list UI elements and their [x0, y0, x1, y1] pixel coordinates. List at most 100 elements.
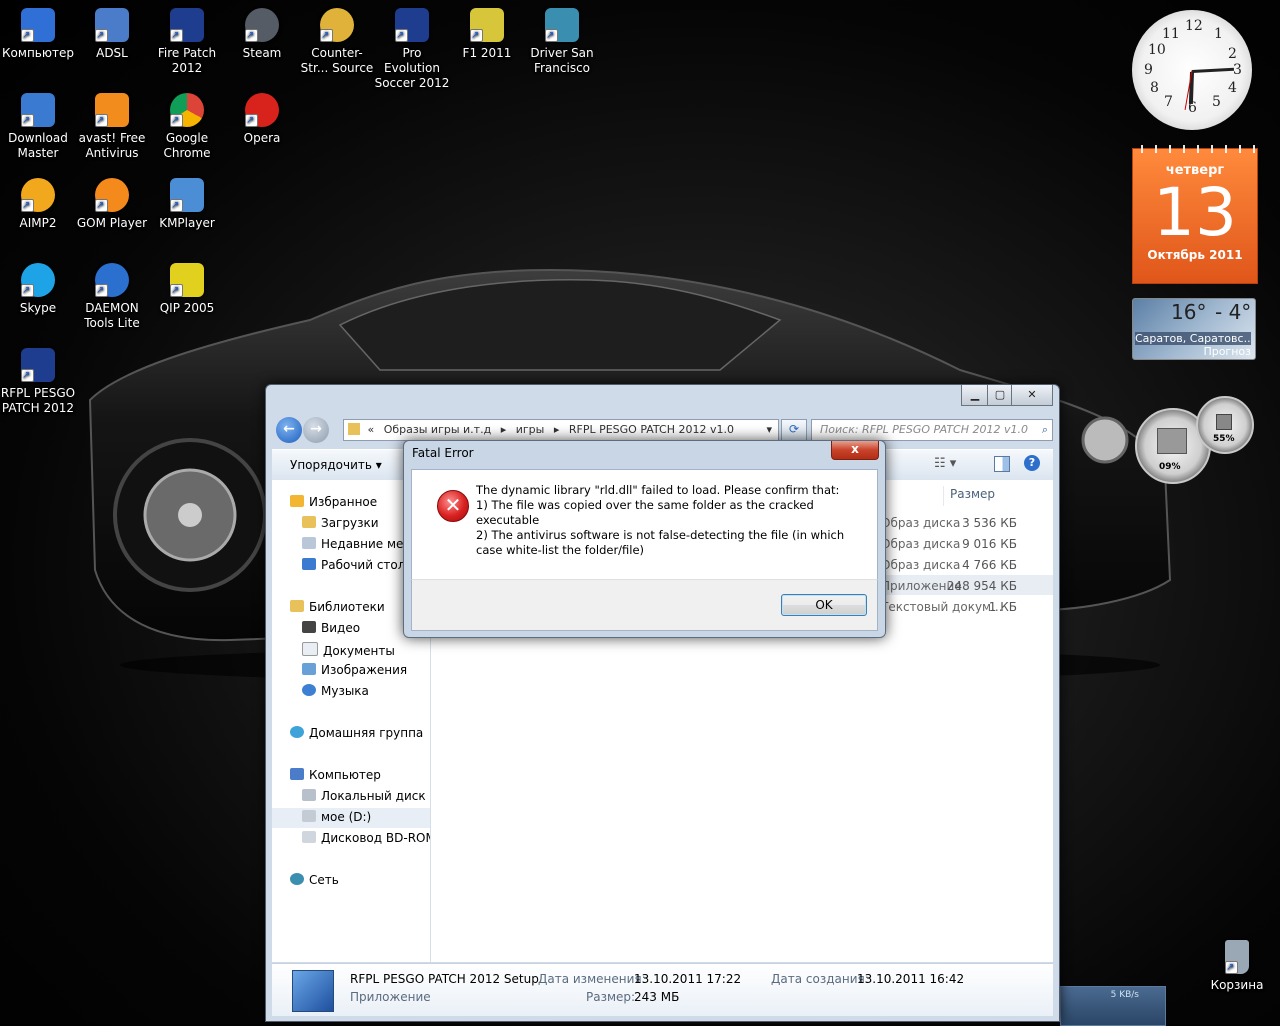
dialog-close-button[interactable]: x [831, 441, 879, 460]
search-input[interactable]: Поиск: RFPL PESGO PATCH 2012 v1.0 ⌕ [811, 419, 1053, 441]
dialog-body: ✕ The dynamic library "rld.dll" failed t… [411, 469, 878, 580]
clock-number: 1 [1214, 26, 1223, 42]
desktop-icon-steam[interactable]: Steam [224, 8, 300, 61]
network-speed: 5 KB/s [1110, 990, 1139, 1000]
file-size: 1 КБ [988, 600, 1017, 614]
desktop-icon-aimp2[interactable]: AIMP2 [0, 178, 76, 231]
nav-label: Документы [323, 644, 395, 658]
desktop-icon-adsl[interactable]: ADSL [74, 8, 150, 61]
clock-number: 3 [1233, 62, 1242, 78]
nav-libraries[interactable]: Библиотеки [290, 600, 385, 614]
icon-label: RFPL PESGO PATCH 2012 [0, 386, 76, 415]
details-pane: RFPL PESGO PATCH 2012 Setup Приложение Д… [272, 963, 1053, 1016]
view-options-icon[interactable]: ☷ ▾ [934, 456, 956, 471]
icon-label: Steam [242, 46, 282, 60]
preview-pane-icon[interactable] [994, 456, 1010, 472]
weather-forecast-link[interactable]: Прогноз [1203, 345, 1251, 358]
maximize-button[interactable]: ▢ [987, 385, 1013, 406]
nav-music[interactable]: Музыка [302, 684, 369, 698]
setup-app-icon [292, 970, 334, 1012]
nav-favorites[interactable]: Избранное [290, 495, 377, 509]
desktop-icon-pes2012[interactable]: Pro Evolution Soccer 2012 [374, 8, 450, 91]
weather-gadget[interactable]: 16° - 4° Саратов, Саратовс... Прогноз [1132, 298, 1256, 360]
kmplayer-icon [170, 178, 204, 213]
downloads-folder-icon [302, 516, 316, 528]
desktop-icon-driver-sf[interactable]: Driver San Francisco [524, 8, 600, 76]
ok-button[interactable]: OK [781, 594, 867, 616]
details-created-value: 13.10.2011 16:42 [857, 972, 965, 986]
explorer-titlebar[interactable] [266, 385, 1059, 411]
file-type: Образ диска [881, 516, 961, 530]
nav-images[interactable]: Изображения [302, 663, 407, 677]
computer-icon [290, 768, 304, 780]
desktop-icon-opera[interactable]: Opera [224, 93, 300, 146]
close-button[interactable]: ✕ [1011, 385, 1053, 406]
fatal-error-dialog[interactable]: Fatal Error x ✕ The dynamic library "rld… [403, 440, 886, 638]
desktop-icon-counter-strike[interactable]: Counter-Str... Source [299, 8, 375, 76]
address-dropdown-icon[interactable]: ▾ [766, 420, 772, 440]
desktop-icon-daemon-tools[interactable]: DAEMON Tools Lite [74, 263, 150, 331]
ram-chip-icon [1216, 414, 1232, 430]
nav-computer[interactable]: Компьютер [290, 768, 381, 782]
details-created-label: Дата создания: [771, 972, 869, 986]
nav-label: Локальный диск (C:) [321, 789, 430, 803]
network-meter-gadget: 5 KB/s [1060, 986, 1166, 1026]
breadcrumb-separator-icon[interactable]: ▸ [554, 423, 560, 436]
address-bar[interactable]: « Образы игры и.т.д ▸ игры ▸ RFPL PESGO … [343, 419, 779, 441]
desktop-icon-f1-2011[interactable]: F1 2011 [449, 8, 525, 61]
help-icon[interactable]: ? [1024, 455, 1040, 471]
game-icon [545, 8, 579, 43]
calendar-gadget[interactable]: четверг 13 Октябрь 2011 [1132, 145, 1258, 284]
desktop-icon-skype[interactable]: Skype [0, 263, 76, 316]
breadcrumb-chevron[interactable]: « [368, 423, 375, 436]
breadcrumb-item[interactable]: Образы игры и.т.д [384, 423, 491, 436]
icon-label: Skype [19, 301, 57, 315]
nav-downloads[interactable]: Загрузки [302, 516, 379, 530]
desktop-icon-download-master[interactable]: Download Master [0, 93, 76, 161]
cpu-chip-icon [1157, 428, 1187, 454]
weather-temp-low: - 4° [1215, 300, 1252, 324]
file-type: Текстовый докум... [881, 600, 1003, 614]
icon-label: GOM Player [76, 216, 148, 230]
network-icon [290, 873, 304, 885]
breadcrumb-item[interactable]: RFPL PESGO PATCH 2012 v1.0 [569, 423, 734, 436]
calendar-rings [1133, 145, 1257, 153]
search-icon: ⌕ [1041, 423, 1048, 436]
clock-gadget[interactable]: 12 1 2 3 4 5 6 7 8 9 10 11 [1132, 10, 1252, 130]
desktop-icon-fire-patch[interactable]: Fire Patch 2012 [149, 8, 225, 76]
nav-bd-rom[interactable]: Дисковод BD-ROM [302, 831, 430, 845]
nav-local-disk-c[interactable]: Локальный диск (C:) [302, 789, 430, 803]
ram-meter-gadget[interactable]: 55% [1196, 396, 1254, 454]
organize-button[interactable]: Упорядочить ▾ [290, 458, 382, 472]
icon-label: DAEMON Tools Lite [84, 301, 140, 330]
refresh-icon[interactable]: ⟳ [781, 419, 807, 441]
optical-drive-icon [302, 831, 316, 843]
desktop-icon-recycle-bin[interactable]: Корзина [1199, 940, 1275, 993]
breadcrumb-item[interactable]: игры [516, 423, 545, 436]
nav-documents[interactable]: Документы [302, 642, 395, 658]
recent-places-icon [302, 537, 316, 549]
column-header-size[interactable]: Размер [943, 486, 1044, 506]
desktop-icon-rfpl-patch[interactable]: RFPL PESGO PATCH 2012 [0, 348, 76, 416]
dialog-footer: OK [411, 579, 878, 631]
nav-homegroup[interactable]: Домашняя группа [290, 726, 423, 740]
nav-drive-d[interactable]: мое (D:) [302, 810, 371, 824]
desktop-icon-avast[interactable]: avast! Free Antivirus [74, 93, 150, 161]
file-size: 9 016 КБ [962, 537, 1017, 551]
nav-label: Компьютер [309, 768, 381, 782]
desktop-icon-chrome[interactable]: Google Chrome [149, 93, 225, 161]
nav-desktop[interactable]: Рабочий стол [302, 558, 405, 572]
icon-label: Counter-Str... Source [300, 46, 374, 75]
desktop-icon-gom-player[interactable]: GOM Player [74, 178, 150, 231]
error-line: 1) The file was copied over the same fol… [476, 498, 814, 527]
desktop-icon-qip[interactable]: QIP 2005 [149, 263, 225, 316]
back-button[interactable]: ← [276, 417, 302, 443]
forward-button[interactable]: → [303, 417, 329, 443]
breadcrumb-separator-icon[interactable]: ▸ [501, 423, 507, 436]
nav-video[interactable]: Видео [302, 621, 360, 635]
game-icon [21, 348, 55, 383]
desktop-icon-kmplayer[interactable]: KMPlayer [149, 178, 225, 231]
minimize-button[interactable]: ▁ [961, 385, 989, 406]
desktop-icon-computer[interactable]: Компьютер [0, 8, 76, 61]
nav-network[interactable]: Сеть [290, 873, 339, 887]
